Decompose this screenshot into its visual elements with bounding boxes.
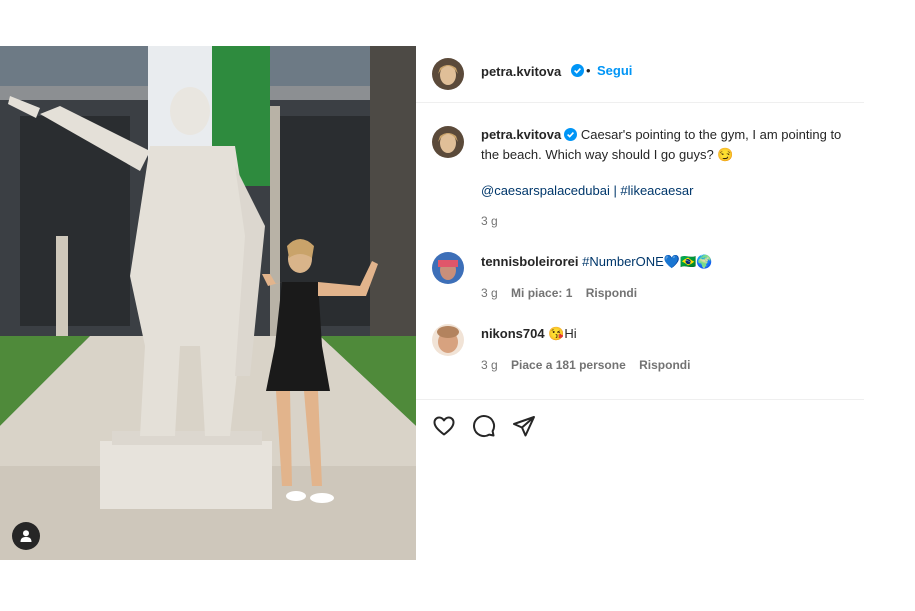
post-header: petra.kvitova • Segui — [416, 46, 864, 103]
comment-meta: 3 g Mi piace: 1 Rispondi — [481, 286, 637, 300]
comment-username[interactable]: tennisboleirorei — [481, 254, 579, 269]
commenter-avatar[interactable] — [432, 324, 464, 356]
comment-time[interactable]: 3 g — [481, 286, 498, 300]
divider — [416, 399, 864, 400]
post-side-panel: petra.kvitova • Segui petra.kvitova Caes… — [416, 46, 866, 560]
avatar[interactable] — [432, 58, 464, 90]
comment-meta: 3 g Piace a 181 persone Rispondi — [481, 358, 690, 372]
comment-text: 😘Hi — [548, 326, 577, 341]
comment-text[interactable]: #NumberONE💙🇧🇷🌍 — [582, 254, 712, 269]
comment-likes[interactable]: Piace a 181 persone — [511, 358, 626, 372]
comment-username[interactable]: nikons704 — [481, 326, 545, 341]
commenter-avatar[interactable] — [432, 252, 464, 284]
author-username[interactable]: petra.kvitova — [481, 64, 561, 79]
avatar[interactable] — [432, 126, 464, 158]
comment-bubble-icon[interactable] — [472, 414, 496, 438]
caption-links[interactable]: @caesarspalacedubai | #likeacaesar — [481, 182, 859, 200]
reply-button[interactable]: Rispondi — [586, 286, 637, 300]
heart-icon[interactable] — [432, 414, 456, 438]
paper-plane-icon[interactable] — [512, 414, 536, 438]
caption-username[interactable]: petra.kvitova — [481, 127, 561, 142]
action-bar — [432, 414, 536, 438]
caption-time[interactable]: 3 g — [481, 214, 498, 228]
post-image — [0, 46, 416, 560]
verified-badge-icon — [564, 128, 578, 146]
separator-dot: • — [586, 63, 591, 78]
verified-badge-icon — [571, 64, 584, 80]
comment-item: tennisboleirorei #NumberONE💙🇧🇷🌍 — [481, 253, 712, 271]
post-photo[interactable] — [0, 46, 416, 560]
comment-item: nikons704 😘Hi — [481, 325, 577, 343]
post-caption: petra.kvitova Caesar's pointing to the g… — [481, 126, 859, 200]
follow-button[interactable]: Segui — [597, 63, 632, 78]
comment-likes[interactable]: Mi piace: 1 — [511, 286, 572, 300]
comment-time[interactable]: 3 g — [481, 358, 498, 372]
reply-button[interactable]: Rispondi — [639, 358, 690, 372]
person-tag-icon[interactable] — [12, 522, 40, 550]
